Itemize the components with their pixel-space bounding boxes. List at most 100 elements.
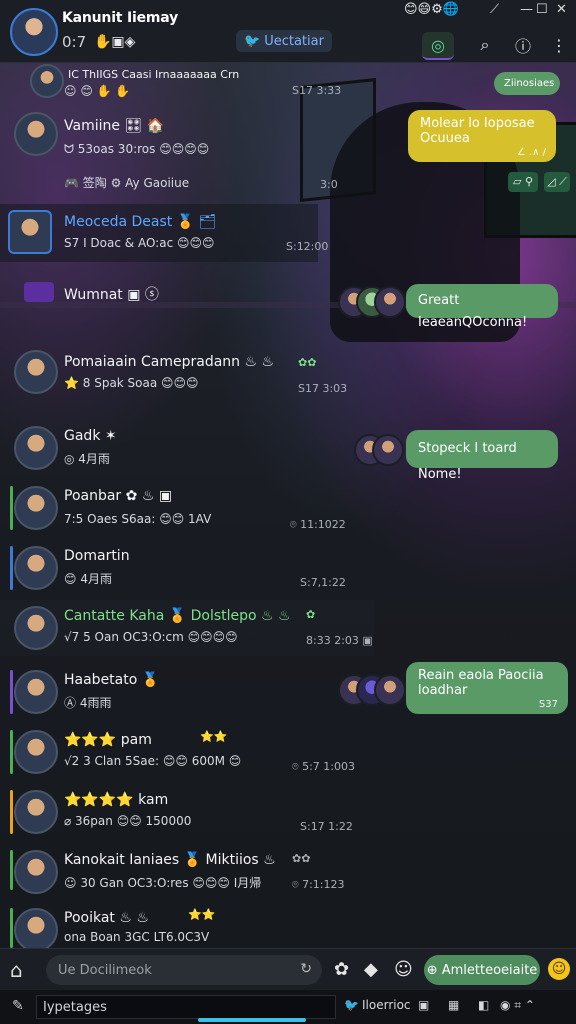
bird-icon[interactable]: 🐦 [344,998,359,1012]
chat-row[interactable]: Pooikat ♨ ♨ ona Boan 3GC LT6.0C3V ⭐⭐ [0,904,360,952]
chat-preview: ☺ 30 Gan OC3:O:res 😊😊😊 I月帰 [64,876,262,890]
chat-row[interactable]: Vamiine 🎛 🏠 ᗢ 53oas 30:ros 😊😊😊😊 🎮 签陶 ⚙ A… [0,108,360,200]
chat-name: Kanokait Ianiaes 🏅 Miktiios ♨ [64,852,276,868]
chat-reaction: ✿✿ [292,852,311,865]
sticker-icon[interactable]: ✿ [334,959,349,980]
camera-icon[interactable]: ▣ [418,998,429,1012]
chat-row[interactable]: Cantatte Kaha 🏅 Dolstlepo ♨ ♨ √7 5 Oan O… [0,600,374,656]
taskbar-search[interactable]: Iypetages [36,995,336,1019]
chat-row[interactable]: IC ThIIGS Caasi Irnaaaaaaa Crn ☺ 😊 ✋ ✋ S… [0,62,360,106]
message-bubble[interactable]: Ziinosiaes [494,72,560,95]
chat-row[interactable]: ⭐⭐⭐⭐ kam ⌀ 36pan 😊😊 150000 S:17 1:22 [0,786,360,836]
message-input[interactable]: Ue Docilimeok ↻ [46,955,322,985]
bag-icon[interactable]: ◧ [478,998,489,1012]
chat-row[interactable]: Domartin 😊 4月雨 S:7,1:22 [0,542,360,592]
chat-row[interactable]: Kanokait Ianiaes 🏅 Miktiios ♨ ☺ 30 Gan O… [0,846,360,896]
chat-time: 3:0 [320,178,338,191]
verified-label: Uectatiar [264,33,324,49]
avatar [14,850,58,894]
active-window-indicator [198,1018,306,1022]
chat-row[interactable]: Gadk ✶ ◎ 4月雨 [0,422,360,472]
status-flag [10,486,13,530]
chat-preview: 7:5 Oaes S6aa: 😊😊 1AV [64,512,212,526]
status-flag [10,546,13,590]
chat-name: Pooikat ♨ ♨ [64,910,149,926]
chat-icon[interactable]: ◎ [422,32,454,60]
chat-preview: 😊 4月雨 [64,572,112,586]
refresh-icon[interactable]: ↻ [300,961,312,977]
chat-row[interactable]: Poanbar ✿ ♨ ▣ 7:5 Oaes S6aa: 😊😊 1AV ⌾ 11… [0,482,360,532]
chat-time: S17 3:33 [292,84,342,97]
chat-name: Haabetato 🏅 [64,672,160,688]
close-button[interactable]: ✕ [556,2,567,17]
chat-preview: S7 I Doac & AO:ac 😊😊😊 [64,236,215,250]
status-flag [10,790,13,834]
chat-name: Cantatte Kaha 🏅 Dolstlepo ♨ ♨ [64,608,291,624]
taskbar-app-label[interactable]: Iloerrioc [362,998,411,1012]
message-bubble[interactable]: Reain eaola Paociia loadhar S37 [406,662,568,714]
send-button[interactable]: ⊕ Amletteoeiaite [424,955,540,985]
message-text: Ziinosiaes [504,78,555,89]
tray-icons[interactable]: ◉ ⌗ ⌃ [500,998,535,1013]
chat-row[interactable]: Haabetato 🏅 Ⓐ 4雨雨 [0,666,360,716]
avatar [14,112,58,156]
input-placeholder: Ue Docilimeok [58,962,152,978]
bg-button-a[interactable]: ▱ ⚲ [508,172,538,192]
chat-preview: √2 3 Clan 5Sae: 😊😊 600M 😊 [64,754,242,768]
message-bubble[interactable]: Stopeck I toard Nome! [406,430,558,482]
avatar [14,730,58,774]
chat-time: ⌾ 11:1022 [290,518,346,531]
contact-avatar[interactable] [10,8,58,56]
chat-reaction: ✿✿ [298,356,317,369]
message-text: Greatt IeaeanQOconna! [418,293,528,330]
avatar [14,486,58,530]
chat-time: ⌾ 5:7 1:003 [292,760,355,773]
chat-name: Vamiine 🎛 🏠 [64,118,165,134]
smiley-icon[interactable]: ☺ [548,958,570,980]
location-icon[interactable]: ◆ [364,959,378,980]
maximize-button[interactable]: ☐ [536,2,548,17]
message-text: Reain eaola Paociia loadhar [418,668,544,698]
group-avatar [374,286,406,318]
info-icon[interactable]: ⓘ [510,32,536,58]
chat-reaction: ✿ [306,608,316,621]
avatar [8,210,52,254]
chat-time: S:7,1:22 [300,576,346,589]
menu-icon[interactable]: ⋮ [546,32,572,58]
chat-title[interactable]: Kanunit Iiemay [62,10,178,26]
emoji-icon[interactable]: ☺ [394,959,413,980]
verified-badge[interactable]: 🐦 Uectatiar [236,30,332,52]
chat-row[interactable]: ⭐⭐⭐ pam √2 3 Clan 5Sae: 😊😊 600M 😊 ⭐⭐ ⌾ 5… [0,726,360,776]
chat-preview: ⌀ 36pan 😊😊 150000 [64,814,192,828]
chat-preview: ᗢ 53oas 30:ros 😊😊😊😊 [64,142,210,156]
chat-name: Pomaiaain Camepradann ♨ ♨ [64,354,275,370]
chat-time: ⌾ 7:1:123 [292,878,345,891]
chat-name: Wumnat ▣ ⓢ [64,287,159,303]
group-avatar [374,674,406,706]
header-badges: ✋▣◈ [94,34,136,50]
avatar [14,670,58,714]
chat-row[interactable]: Pomaiaain Camepradann ♨ ♨ ⭐ 8 Spak Soaa … [0,346,360,396]
message-bubble[interactable]: Greatt IeaeanQOconna! [406,284,558,330]
search-icon[interactable]: ⌕ [472,32,498,58]
message-composer: ⌂ Ue Docilimeok ↻ ✿ ◆ ☺ ⊕ Amletteoeiaite… [0,948,576,991]
gallery-icon[interactable]: ▦ [448,998,459,1012]
chat-reaction: ⭐⭐ [188,908,216,921]
group-avatar [372,434,404,466]
bg-button-b[interactable]: ◿ ⟋ [544,172,570,192]
avatar [30,64,64,98]
status-emoji-strip: 😊😄⚙🌐 [404,2,459,17]
status-flag [10,850,13,890]
chat-name: Meoceda Deast 🏅 🗂 [64,214,217,230]
minimize-button[interactable]: — [520,2,533,17]
avatar [14,546,58,590]
chat-time: 8:33 2:03 ▣ [306,634,373,647]
chat-time: S:17 1:22 [300,820,353,833]
status-flag [10,908,13,948]
chat-time: S:12:00 [286,240,329,253]
pen-icon[interactable]: ✎ [12,998,24,1014]
chat-row[interactable]: Meoceda Deast 🏅 🗂 S7 I Doac & AO:ac 😊😊😊 … [0,204,328,262]
chat-row[interactable]: Wumnat ▣ ⓢ [0,280,360,310]
message-bubble[interactable]: Molear lo Ioposae Ocuuea ∠ .∧ / [408,110,556,162]
home-icon[interactable]: ⌂ [10,958,23,982]
